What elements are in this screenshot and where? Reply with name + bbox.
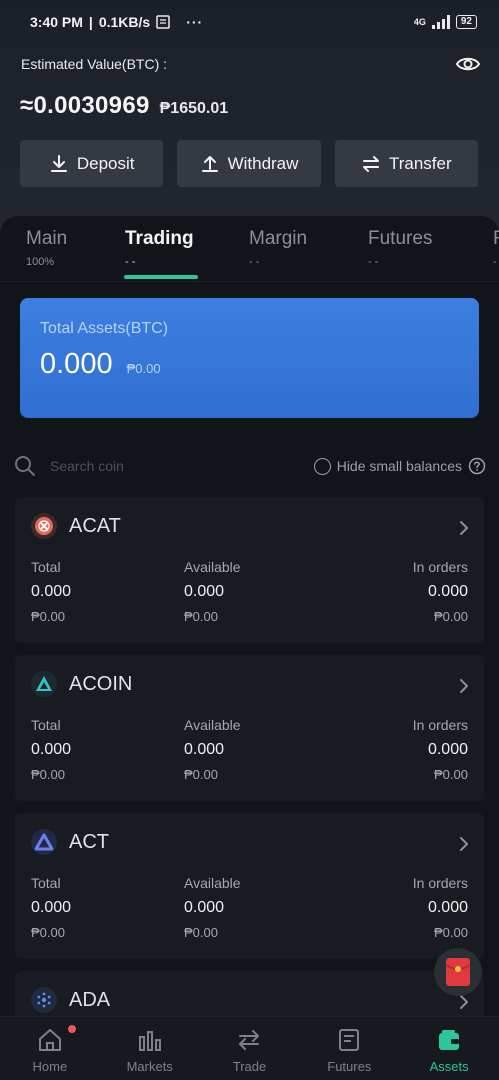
chevron-right-icon (460, 837, 468, 851)
act-icon (31, 829, 57, 855)
in-orders-value: 0.000 (427, 899, 468, 916)
futures-icon (339, 1029, 360, 1051)
tab-futures[interactable]: Futures - - (368, 228, 432, 268)
search-input[interactable] (50, 458, 200, 474)
ada-icon (31, 987, 57, 1013)
in-orders-label: In orders (412, 875, 468, 891)
tab-margin[interactable]: Margin - - (249, 228, 307, 268)
acoin-icon (31, 671, 57, 697)
battery-indicator: 92 (455, 15, 477, 29)
in-orders-value: 0.000 (427, 741, 468, 758)
total-assets-label: Total Assets(BTC) (40, 320, 169, 337)
red-packet-button[interactable] (434, 948, 482, 996)
chevron-right-icon (460, 521, 468, 535)
total-value: 0.000 (31, 899, 72, 916)
notification-icon (156, 15, 170, 29)
estimated-php-value: ₱1650.01 (159, 100, 229, 117)
deposit-button[interactable]: Deposit (20, 140, 164, 187)
hide-small-radio[interactable] (313, 457, 331, 475)
in-orders-label: In orders (412, 717, 468, 733)
available-label: Available (184, 875, 241, 891)
available-value: 0.000 (184, 741, 225, 758)
assets-icon (439, 1030, 460, 1050)
total-php: ₱0.00 (31, 767, 65, 782)
available-php: ₱0.00 (184, 767, 218, 782)
hide-small-balances-toggle[interactable]: Hide small balances (313, 457, 486, 475)
total-label: Total (31, 875, 61, 891)
available-label: Available (184, 559, 241, 575)
active-tab-indicator (124, 275, 198, 279)
search-icon (15, 456, 35, 476)
coin-card-acoin[interactable]: ACOIN Total 0.000 ₱0.00 Available 0.000 … (15, 655, 484, 801)
trade-icon (239, 1030, 260, 1050)
signal-icon (431, 15, 450, 29)
help-icon[interactable] (468, 457, 486, 475)
tab-trading[interactable]: Trading - - (125, 228, 194, 268)
available-php: ₱0.00 (184, 609, 218, 624)
withdraw-label: Withdraw (227, 153, 299, 173)
notification-dot (68, 1025, 76, 1033)
coin-name: ACOIN (69, 672, 133, 695)
nav-trade[interactable]: Trade (200, 1017, 300, 1080)
total-label: Total (31, 717, 61, 733)
in-orders-label: In orders (412, 559, 468, 575)
assets-panel: Main 100% Trading - - Margin - - Futures… (0, 216, 499, 1080)
download-icon (50, 154, 67, 172)
acat-icon (31, 513, 57, 539)
chevron-right-icon (460, 679, 468, 693)
nav-markets[interactable]: Markets (100, 1017, 200, 1080)
bottom-navigation: Home Markets Trade Futures Assets (0, 1016, 499, 1080)
total-php: ₱0.00 (31, 925, 65, 940)
in-orders-php: ₱0.00 (434, 925, 468, 940)
transfer-label: Transfer (388, 153, 452, 173)
coin-name: ACT (69, 830, 109, 853)
available-value: 0.000 (184, 899, 225, 916)
network-type: 4G (413, 17, 426, 27)
nav-assets[interactable]: Assets (399, 1017, 499, 1080)
coin-name: ADA (69, 988, 111, 1011)
account-tabs: Main 100% Trading - - Margin - - Futures… (0, 216, 499, 282)
home-icon (38, 1029, 61, 1051)
total-assets-php: ₱0.00 (126, 361, 161, 376)
nav-futures[interactable]: Futures (299, 1017, 399, 1080)
total-assets-card: Total Assets(BTC) 0.000 ₱0.00 (20, 298, 479, 418)
total-php: ₱0.00 (31, 609, 65, 624)
estimated-value: ≈0.0030969 ₱1650.01 (20, 92, 228, 120)
coin-card-act[interactable]: ACT Total 0.000 ₱0.00 Available 0.000 ₱0… (15, 813, 484, 959)
search-row: Hide small balances (14, 454, 486, 478)
coin-card-acat[interactable]: ACAT Total 0.000 ₱0.00 Available 0.000 ₱… (15, 497, 484, 643)
available-php: ₱0.00 (184, 925, 218, 940)
upload-icon (201, 155, 218, 172)
hide-small-label: Hide small balances (336, 458, 462, 474)
markets-icon (138, 1031, 161, 1051)
action-buttons: Deposit Withdraw Transfer (20, 140, 478, 187)
coin-name: ACAT (69, 514, 121, 537)
status-more: ··· (186, 14, 204, 30)
eye-icon[interactable] (455, 53, 481, 75)
available-value: 0.000 (184, 583, 225, 600)
available-label: Available (184, 717, 241, 733)
total-assets-value: 0.000 (40, 348, 113, 380)
in-orders-php: ₱0.00 (434, 767, 468, 782)
withdraw-button[interactable]: Withdraw (177, 140, 321, 187)
transfer-button[interactable]: Transfer (334, 140, 478, 187)
transfer-icon (362, 155, 379, 172)
estimated-value-label: Estimated Value(BTC) : (21, 56, 168, 72)
total-label: Total (31, 559, 61, 575)
tab-more[interactable]: F - (493, 228, 499, 268)
status-time: 3:40 PM (30, 14, 83, 30)
nav-home[interactable]: Home (0, 1017, 100, 1080)
in-orders-php: ₱0.00 (434, 609, 468, 624)
tab-main[interactable]: Main 100% (26, 228, 67, 268)
deposit-label: Deposit (76, 153, 135, 173)
status-speed: 0.1KB/s (98, 14, 151, 30)
red-packet-icon (445, 958, 471, 986)
in-orders-value: 0.000 (427, 583, 468, 600)
total-value: 0.000 (31, 741, 72, 758)
total-value: 0.000 (31, 583, 72, 600)
estimated-btc-value: ≈0.0030969 (20, 92, 150, 119)
status-bar: 3:40 PM | 0.1KB/s ··· 4G 92 (0, 0, 499, 44)
